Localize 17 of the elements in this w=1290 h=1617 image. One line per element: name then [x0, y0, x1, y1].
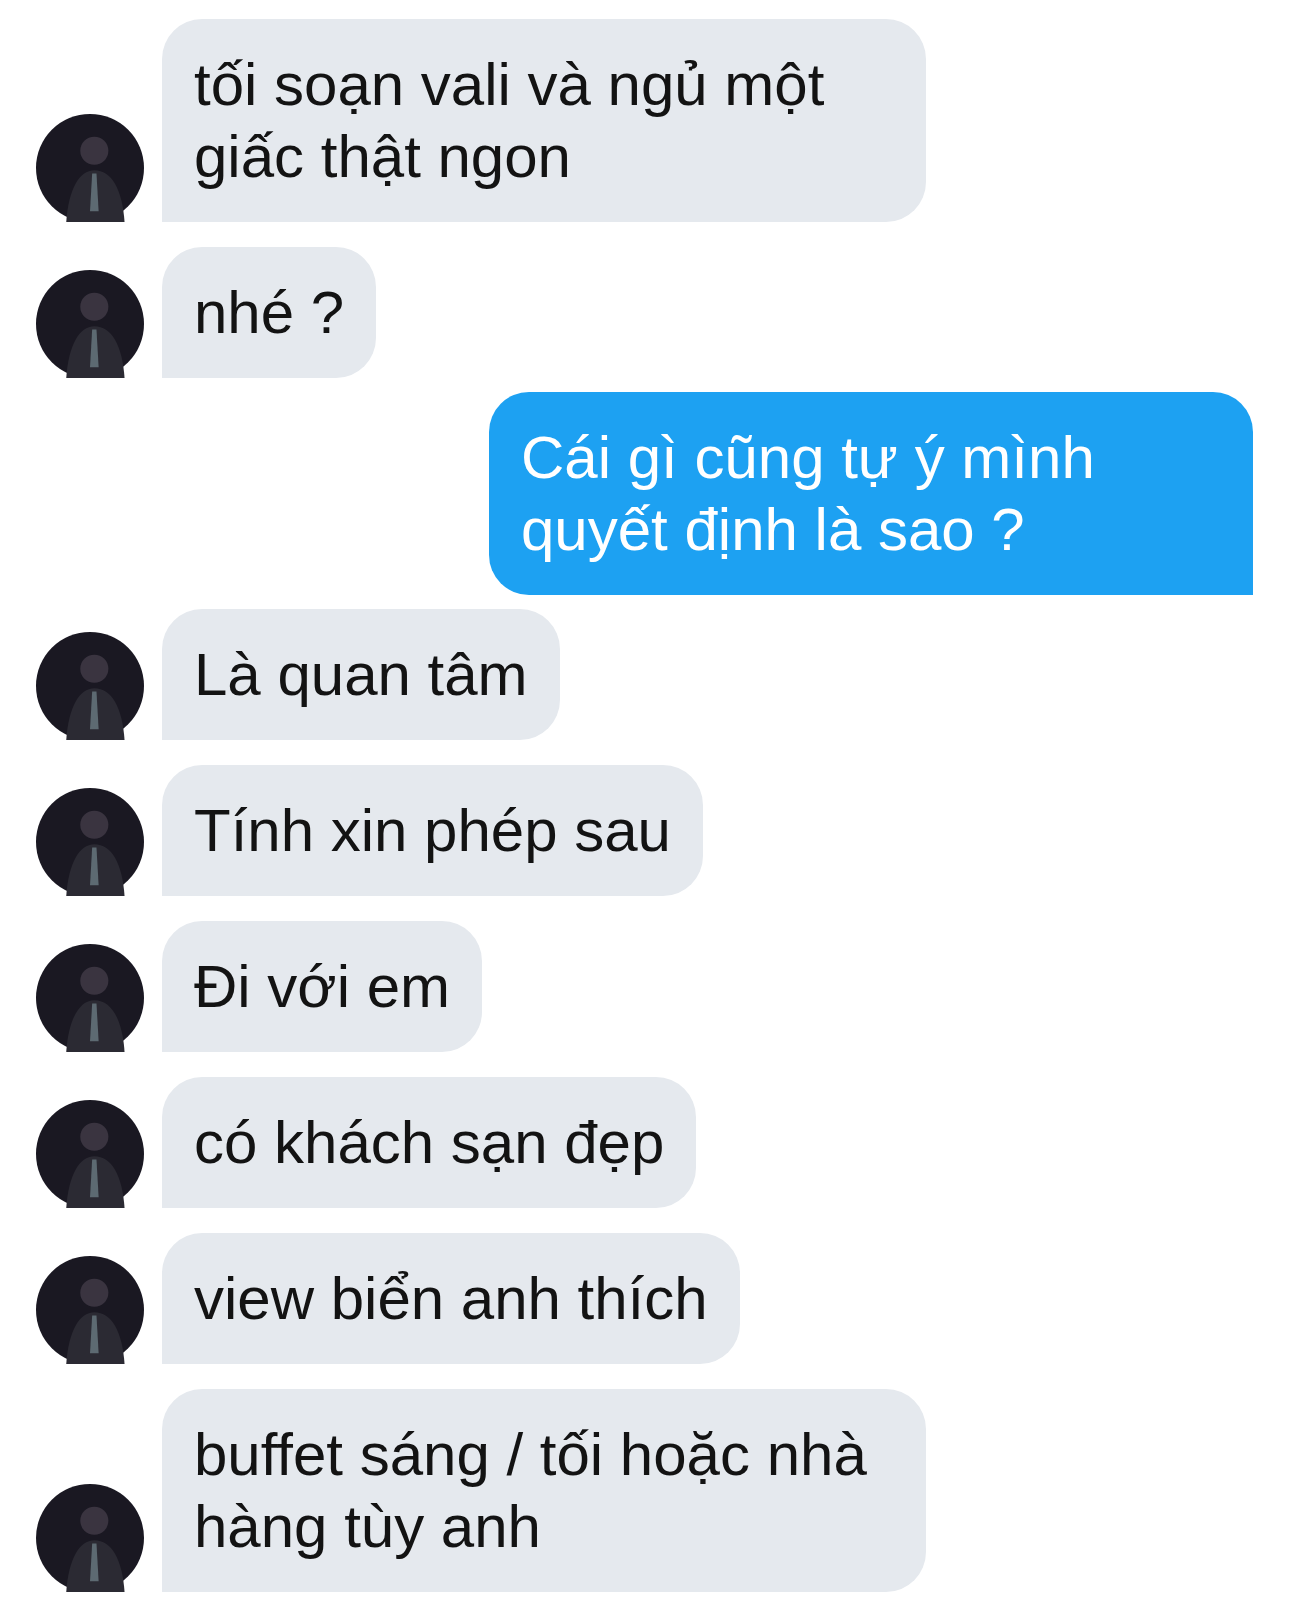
- received-message: tối soạn vali và ngủ một giấc thật ngon: [162, 19, 926, 222]
- avatar-icon: [36, 114, 144, 222]
- received-message: Tính xin phép sau: [162, 765, 703, 896]
- avatar-icon: [36, 632, 144, 740]
- received-message: Là quan tâm: [162, 609, 560, 740]
- received-message: nhé ?: [162, 247, 377, 378]
- received-message: Đi với em: [162, 921, 483, 1052]
- received-message: có khách sạn đẹp: [162, 1077, 697, 1208]
- received-message: view biển anh thích: [162, 1233, 740, 1364]
- avatar-icon: [36, 944, 144, 1052]
- avatar-icon: [36, 1256, 144, 1364]
- avatar-icon: [36, 1484, 144, 1592]
- avatar-icon: [36, 1100, 144, 1208]
- sent-message: Cái gì cũng tự ý mình quyết định là sao ?: [489, 392, 1253, 595]
- received-message: buffet sáng / tối hoặc nhà hàng tùy anh: [162, 1389, 926, 1592]
- avatar-icon: [36, 788, 144, 896]
- avatar-icon: [36, 270, 144, 378]
